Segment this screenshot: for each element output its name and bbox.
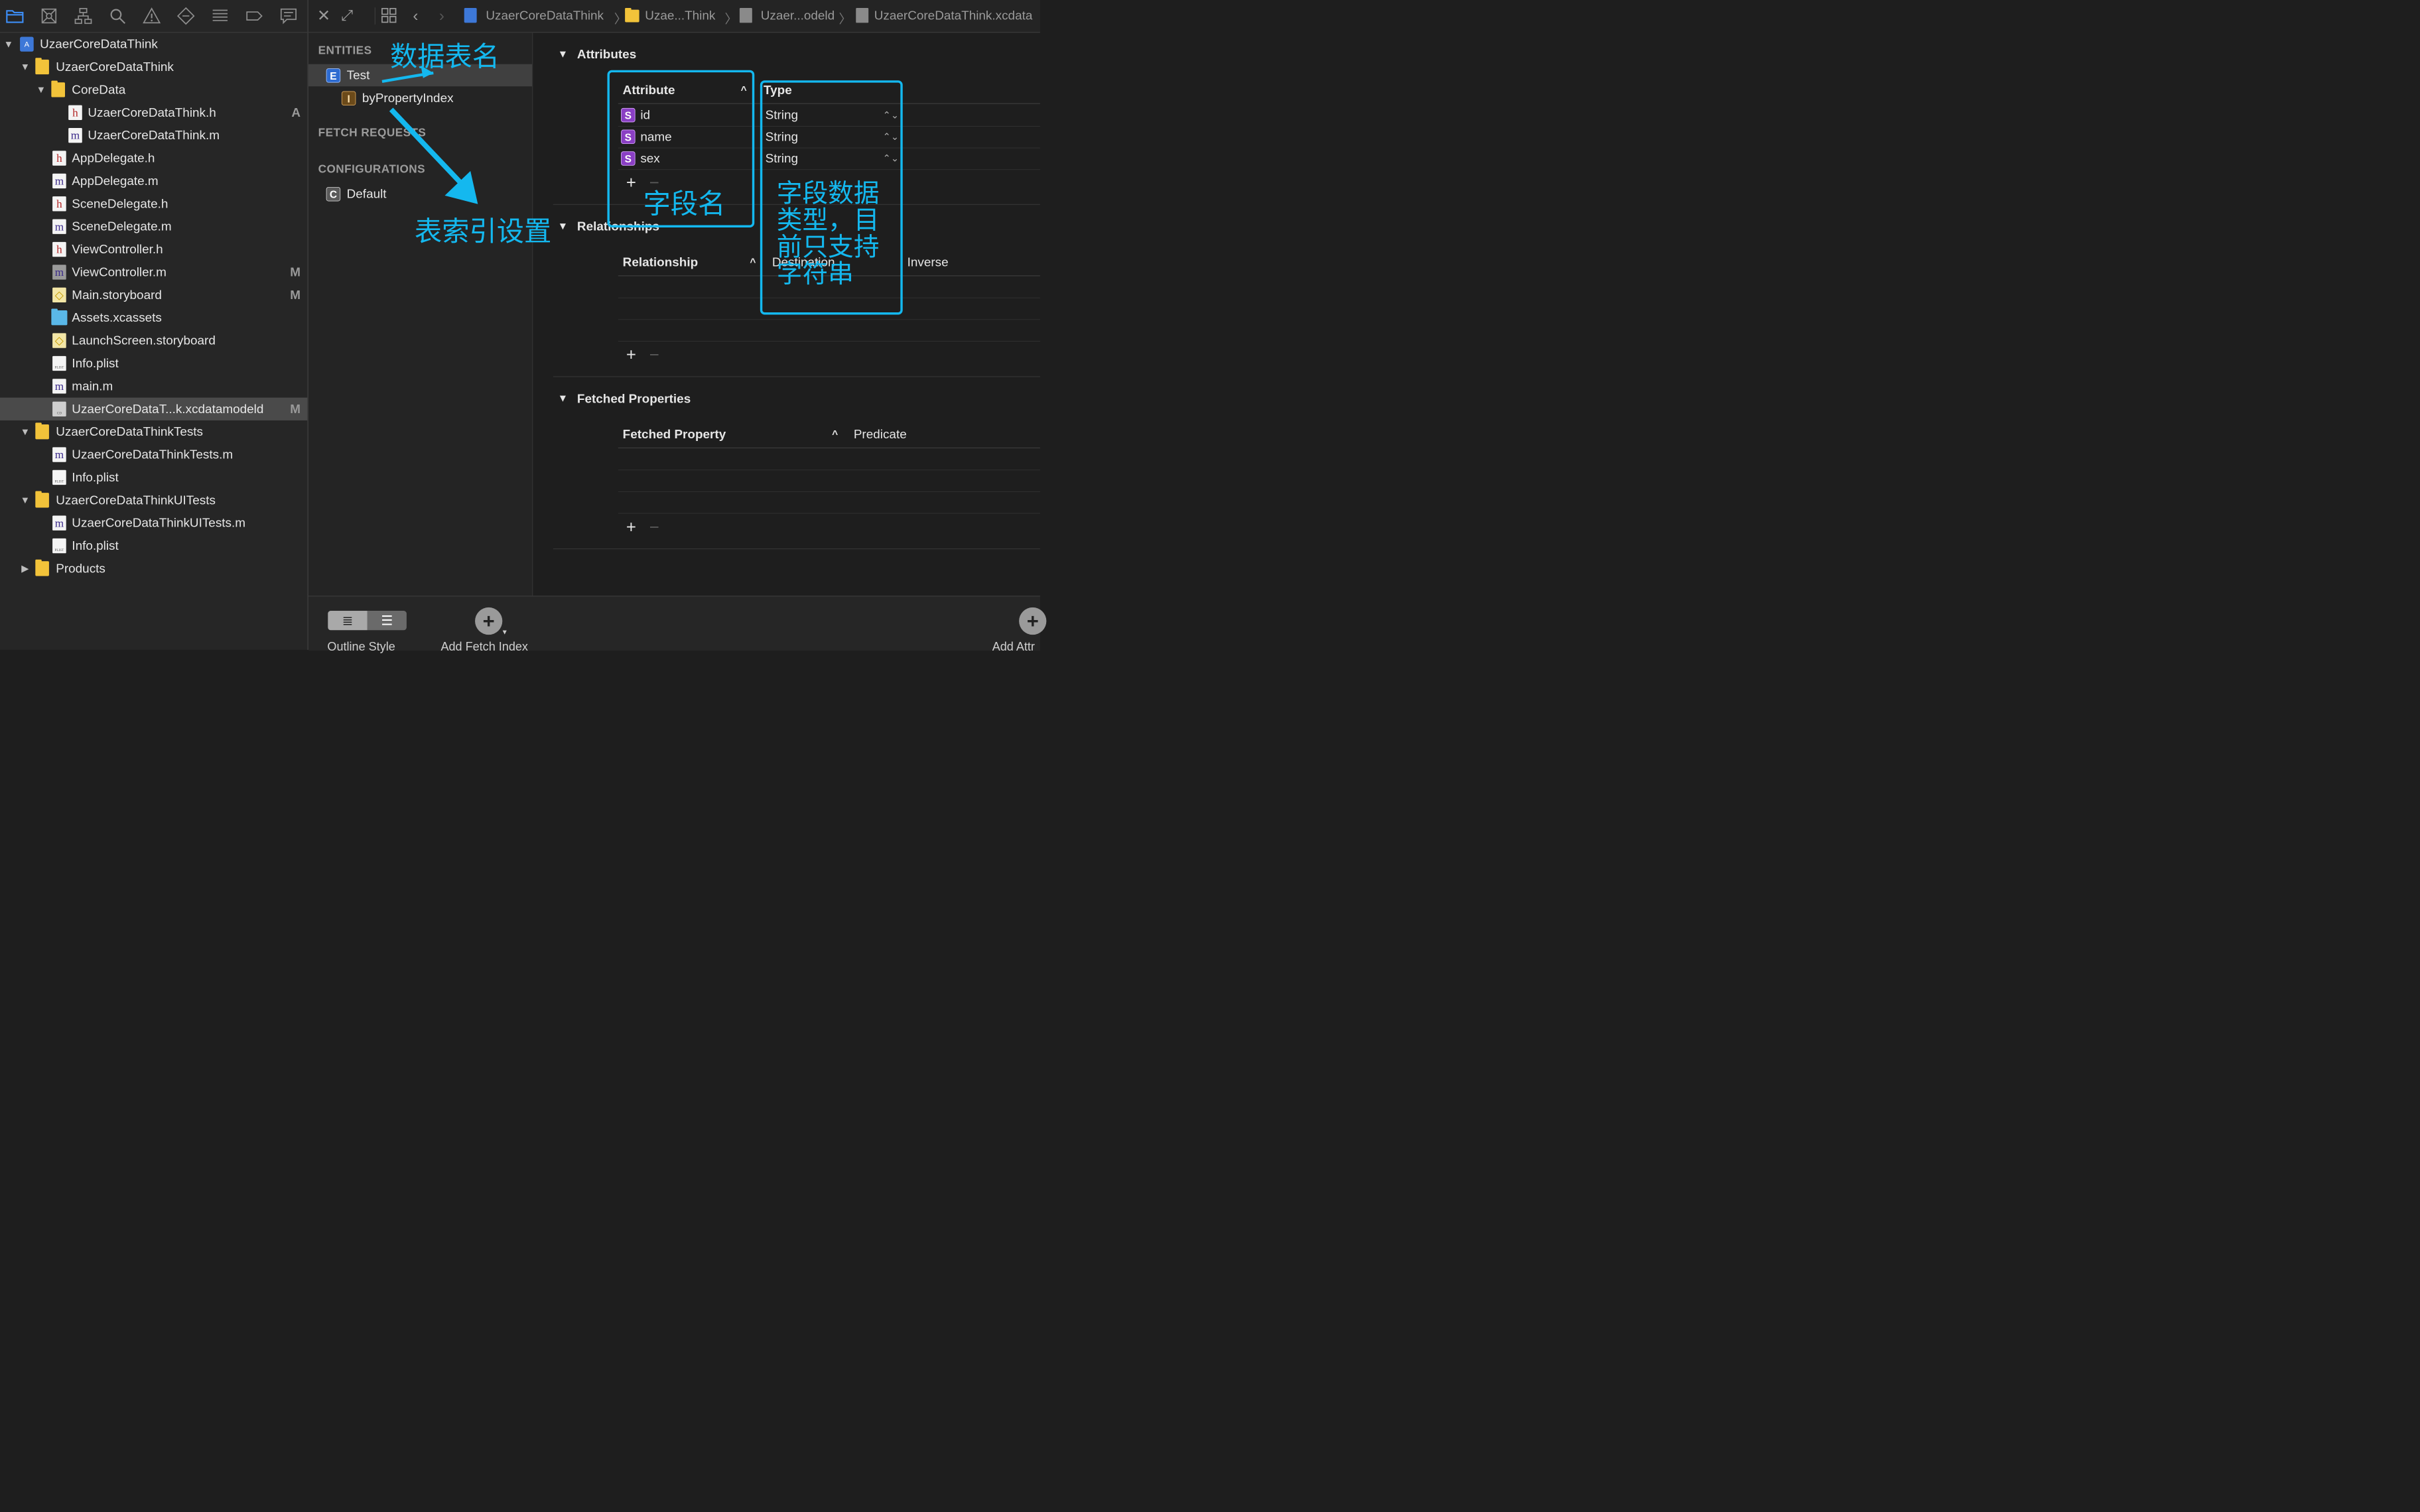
annotation-field-name: 字段名	[643, 188, 726, 220]
annotation-table-name: 数据表名	[389, 41, 500, 72]
annotation-line: 字符串	[776, 259, 854, 288]
arrow-head	[444, 170, 478, 204]
annotation-field-type: 字段数据 类型，目 前只支持 字符串	[777, 180, 880, 288]
annotation-index-setting: 表索引设置	[414, 216, 552, 247]
annotation-line: 前只支持	[776, 233, 880, 262]
arrow-to-index	[389, 107, 465, 188]
annotation-line: 类型，目	[776, 206, 880, 235]
annotation-line: 字段数据	[776, 179, 880, 208]
xcode-window: ▼ A UzaerCoreDataThink ▼ UzaerCoreDataTh…	[0, 0, 1047, 653]
